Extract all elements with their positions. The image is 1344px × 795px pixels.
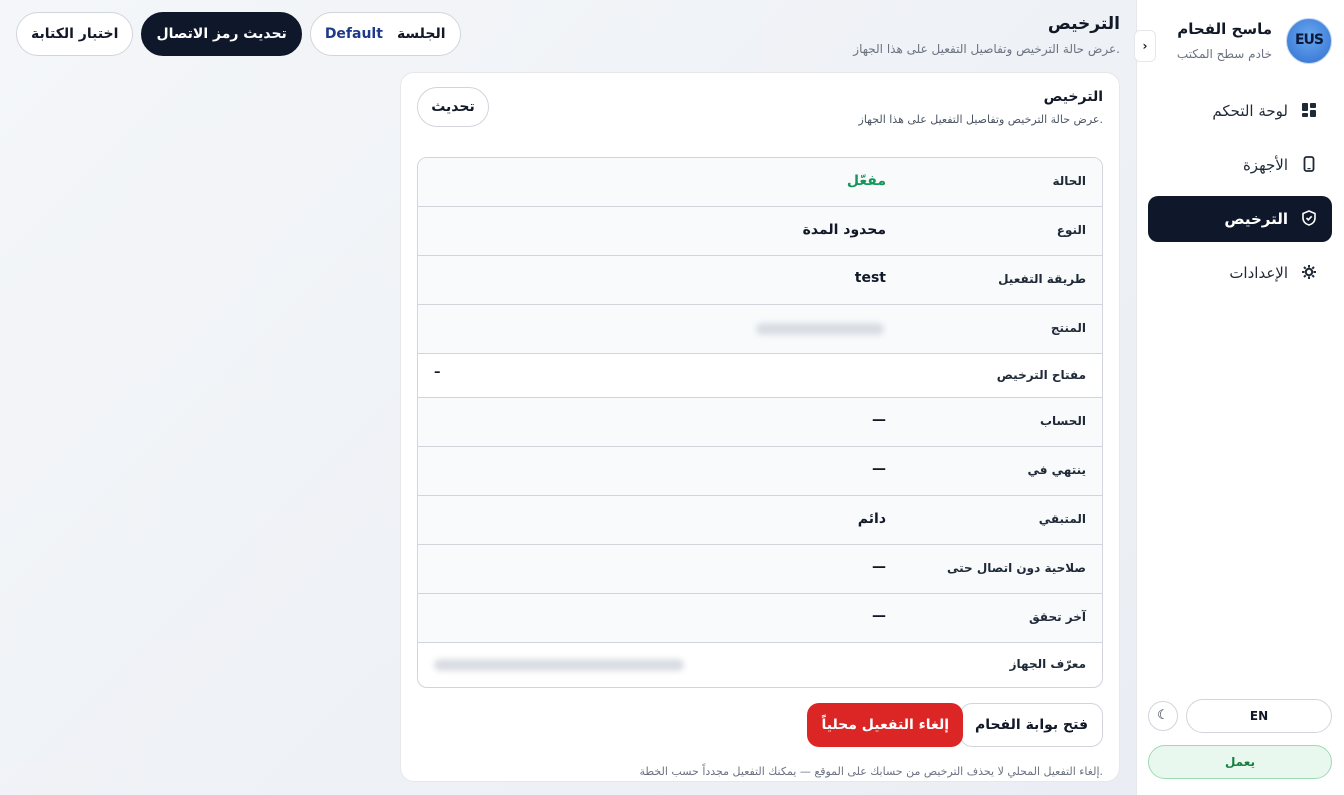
chevron-right-icon: › bbox=[1142, 39, 1148, 53]
license-details-table: الحالة مفعّل النوع محدود المدة طريقة الت… bbox=[417, 157, 1103, 688]
row-value: — bbox=[872, 559, 886, 575]
moon-icon: ☾ bbox=[1157, 708, 1169, 723]
refresh-button[interactable]: تحديث bbox=[417, 87, 489, 127]
row-label: طريقة التفعيل bbox=[998, 272, 1086, 286]
device-icon bbox=[1300, 156, 1318, 174]
sidebar-item-label: الأجهزة bbox=[1242, 156, 1288, 174]
sidebar-item-label: الإعدادات bbox=[1229, 264, 1288, 282]
card-title: الترخيص bbox=[1043, 89, 1103, 105]
deactivation-note: إلغاء التفعيل المحلي لا يحذف الترخيص من … bbox=[639, 765, 1103, 778]
gear-icon bbox=[1300, 264, 1318, 282]
row-label: النوع bbox=[1056, 223, 1086, 237]
shield-icon bbox=[1300, 210, 1318, 228]
brand-logo: EUS bbox=[1286, 18, 1332, 64]
table-row: معرّف الجهاز bbox=[418, 643, 1102, 687]
refresh-token-button[interactable]: تحديث رمز الاتصال bbox=[141, 12, 302, 56]
table-row: طريقة التفعيل test bbox=[418, 256, 1102, 305]
session-selector[interactable]: Default الجلسة bbox=[309, 12, 461, 56]
test-writing-button[interactable]: اختبار الكتابة bbox=[16, 12, 134, 56]
row-value: – bbox=[434, 365, 441, 380]
page-subtitle: عرض حالة الترخيص وتفاصيل التفعيل على هذا… bbox=[853, 42, 1120, 56]
brand-subtitle: خادم سطح المكتب bbox=[1176, 47, 1272, 61]
row-label: ينتهي في bbox=[1027, 463, 1086, 477]
redacted-device-id-value bbox=[434, 659, 684, 671]
sidebar-bottom-controls: EN ☾ يعمل bbox=[1148, 699, 1332, 779]
row-label: معرّف الجهاز bbox=[1009, 657, 1086, 671]
card-actions: فتح بوابة الفحام إلغاء التفعيل محلياً bbox=[417, 703, 1103, 747]
redacted-product-value bbox=[756, 323, 884, 335]
sidebar: EUS ماسح الفحام خادم سطح المكتب لوحة الت… bbox=[1136, 0, 1344, 795]
table-row: آخر تحقق — bbox=[418, 594, 1102, 643]
brand-name: ماسح الفحام bbox=[1177, 20, 1272, 38]
theme-toggle-button[interactable]: ☾ bbox=[1148, 701, 1178, 731]
row-value: محدود المدة bbox=[802, 222, 886, 238]
row-label: الحالة bbox=[1052, 174, 1086, 188]
sidebar-item-devices[interactable]: الأجهزة bbox=[1148, 142, 1332, 188]
card-subtitle: عرض حالة الترخيص وتفاصيل التفعيل على هذا… bbox=[858, 113, 1103, 126]
table-row: الحساب — bbox=[418, 398, 1102, 447]
table-row: ينتهي في — bbox=[418, 447, 1102, 496]
table-row: صلاحية دون اتصال حتى — bbox=[418, 545, 1102, 594]
language-button[interactable]: EN bbox=[1186, 699, 1332, 733]
sidebar-item-label: لوحة التحكم bbox=[1212, 102, 1288, 120]
session-value: Default bbox=[324, 26, 383, 42]
brand: EUS ماسح الفحام خادم سطح المكتب bbox=[1142, 18, 1332, 66]
top-actions: اختبار الكتابة تحديث رمز الاتصال Default… bbox=[16, 12, 461, 56]
table-row: المنتج bbox=[418, 305, 1102, 354]
sidebar-item-dashboard[interactable]: لوحة التحكم bbox=[1148, 88, 1332, 134]
row-value: test bbox=[854, 270, 886, 286]
row-label: المتبقي bbox=[1038, 512, 1086, 526]
logo-text: EUS bbox=[1294, 32, 1324, 48]
deactivate-locally-button[interactable]: إلغاء التفعيل محلياً bbox=[807, 703, 963, 747]
server-status-badge: يعمل bbox=[1148, 745, 1332, 779]
page-title: الترخيص bbox=[1047, 14, 1120, 34]
table-row: مفتاح الترخيص – bbox=[418, 354, 1102, 398]
row-value: — bbox=[872, 461, 886, 477]
sidebar-item-label: الترخيص bbox=[1224, 210, 1288, 228]
dashboard-icon bbox=[1300, 102, 1318, 120]
row-label: المنتج bbox=[1050, 321, 1086, 335]
row-label: آخر تحقق bbox=[1028, 610, 1086, 624]
row-label: الحساب bbox=[1039, 414, 1086, 428]
open-portal-button[interactable]: فتح بوابة الفحام bbox=[959, 703, 1103, 747]
table-row: المتبقي دائم bbox=[418, 496, 1102, 545]
sidebar-item-settings[interactable]: الإعدادات bbox=[1148, 250, 1332, 296]
row-label: مفتاح الترخيص bbox=[996, 368, 1086, 382]
sidebar-nav: لوحة التحكم الأجهزة الترخيص الإعدادات bbox=[1148, 88, 1332, 304]
sidebar-collapse-button[interactable]: › bbox=[1134, 30, 1156, 62]
row-label: صلاحية دون اتصال حتى bbox=[947, 561, 1086, 575]
row-value: — bbox=[872, 608, 886, 624]
row-value: — bbox=[872, 412, 886, 428]
table-row: النوع محدود المدة bbox=[418, 207, 1102, 256]
row-value: دائم bbox=[857, 511, 886, 527]
page-header: الترخيص عرض حالة الترخيص وتفاصيل التفعيل… bbox=[853, 14, 1120, 56]
table-row: الحالة مفعّل bbox=[418, 158, 1102, 207]
session-label: الجلسة bbox=[396, 26, 446, 42]
status-value: مفعّل bbox=[846, 173, 886, 189]
license-card: الترخيص عرض حالة الترخيص وتفاصيل التفعيل… bbox=[400, 72, 1120, 782]
sidebar-item-license[interactable]: الترخيص bbox=[1148, 196, 1332, 242]
